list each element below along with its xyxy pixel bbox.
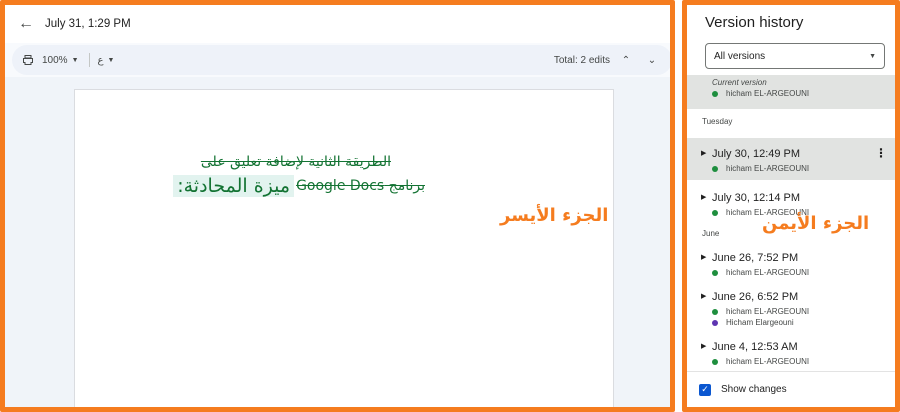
group-heading: Tuesday (702, 117, 733, 126)
version-time: July 30, 12:14 PM (712, 192, 801, 204)
deleted-text-line1: الطريقة الثانية لإضافة تعليق على (200, 154, 391, 170)
current-version-label: Current version (712, 78, 767, 87)
author-row: hicham EL-ARGEOUNI (712, 164, 895, 173)
total-edits: Total: 2 edits (553, 54, 610, 66)
added-text: ميزة المحادثة: (173, 175, 295, 197)
expand-triangle-icon[interactable]: ▶ (701, 149, 706, 157)
version-item[interactable]: ▶ June 26, 7:52 PM hicham EL-ARGEOUNI (687, 252, 895, 277)
document-page[interactable]: الطريقة الثانية لإضافة تعليق على برنامج … (74, 89, 614, 407)
current-version-item[interactable]: Current version hicham EL-ARGEOUNI (687, 75, 895, 109)
author-name: hicham EL-ARGEOUNI (726, 268, 810, 277)
author-row: Hicham Elargeouni (712, 318, 895, 327)
author-name: hicham EL-ARGEOUNI (726, 307, 810, 316)
author-color-dot (712, 165, 718, 172)
left-panel-annotation: الجزء الأيسر (500, 205, 609, 226)
author-row: hicham EL-ARGEOUNI (712, 357, 895, 366)
toolbar: 100% ▼ ع ▼ Total: 2 edits ⌃ ⌄ (12, 45, 670, 75)
author-color-dot (712, 209, 718, 216)
print-icon (23, 55, 33, 65)
chevron-up-icon[interactable]: ⌃ (616, 55, 636, 66)
author-color-dot (712, 319, 718, 326)
author-color-dot (712, 308, 718, 315)
version-time: June 26, 7:52 PM (712, 252, 799, 264)
zoom-select[interactable]: 100% ▼ (42, 55, 79, 66)
input-tools-icon: ع (97, 54, 104, 66)
expand-triangle-icon[interactable]: ▶ (701, 193, 706, 201)
version-time: June 26, 6:52 PM (712, 291, 799, 303)
document-line2: برنامج Google Docs ميزة المحادثة: (173, 175, 425, 197)
version-item[interactable]: ▶ July 30, 12:49 PM ⋮ hicham EL-ARGEOUNI (687, 138, 895, 180)
input-tools-button[interactable]: ع ▼ (98, 55, 115, 66)
version-history-panel: Version history All versions ▼ Current v… (682, 0, 900, 412)
app-root: ← July 31, 1:29 PM 100% ▼ ع ▼ Total: 2 e… (0, 0, 900, 412)
show-changes-row: ✓ Show changes (687, 371, 895, 407)
expand-triangle-icon[interactable]: ▶ (701, 253, 706, 261)
document-canvas: الطريقة الثانية لإضافة تعليق على برنامج … (5, 77, 670, 407)
version-time: July 30, 12:49 PM (712, 148, 801, 160)
show-changes-checkbox[interactable]: ✓ (699, 383, 711, 396)
expand-triangle-icon[interactable]: ▶ (701, 342, 706, 350)
author-row: hicham EL-ARGEOUNI (712, 89, 895, 98)
author-name: hicham EL-ARGEOUNI (726, 89, 810, 98)
caret-down-icon: ▼ (869, 52, 876, 60)
filter-value: All versions (714, 50, 766, 62)
author-color-dot (712, 358, 718, 365)
version-time: June 4, 12:53 AM (712, 341, 798, 353)
version-item[interactable]: ▶ June 4, 12:53 AM hicham EL-ARGEOUNI (687, 341, 895, 366)
panel-title: Version history (705, 14, 804, 31)
top-bar: ← July 31, 1:29 PM (5, 5, 670, 43)
show-changes-label: Show changes (721, 384, 787, 395)
caret-down-icon: ▼ (107, 56, 115, 64)
author-color-dot (712, 269, 718, 276)
print-button[interactable] (22, 54, 34, 66)
chevron-down-icon[interactable]: ⌄ (642, 55, 662, 66)
right-panel-annotation: الجزء الأيمن (762, 213, 870, 234)
edits-nav: Total: 2 edits ⌃ ⌄ (554, 55, 662, 66)
author-row: hicham EL-ARGEOUNI (712, 307, 895, 316)
expand-triangle-icon[interactable]: ▶ (701, 292, 706, 300)
author-color-dot (712, 90, 718, 97)
author-name: hicham EL-ARGEOUNI (726, 357, 810, 366)
caret-down-icon: ▼ (71, 56, 79, 64)
zoom-value: 100% (42, 54, 68, 66)
versions-filter-select[interactable]: All versions ▼ (705, 43, 885, 69)
toolbar-divider (88, 53, 90, 67)
author-row: hicham EL-ARGEOUNI (712, 268, 895, 277)
arrow-back-icon[interactable]: ← (15, 13, 37, 35)
version-item[interactable]: ▶ June 26, 6:52 PM hicham EL-ARGEOUNI Hi… (687, 291, 895, 327)
author-name: Hicham Elargeouni (726, 318, 794, 327)
author-name: hicham EL-ARGEOUNI (726, 164, 810, 173)
deleted-text-line2: برنامج Google Docs (296, 178, 425, 194)
more-options-icon[interactable]: ⋮ (875, 146, 887, 160)
version-timestamp: July 31, 1:29 PM (45, 18, 131, 30)
